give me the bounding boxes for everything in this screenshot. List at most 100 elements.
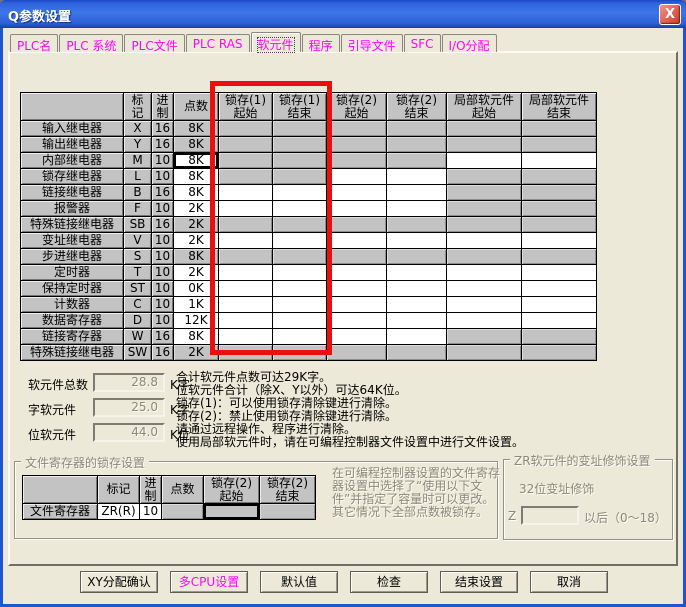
latch1-end-cell[interactable]	[273, 329, 327, 345]
latch2-start-cell[interactable]	[327, 329, 387, 345]
latch1-end-cell[interactable]	[273, 265, 327, 281]
column-header: 锁存(2) 起始	[327, 93, 387, 121]
default-value-button[interactable]: 默认值	[260, 571, 338, 593]
latch2-start-cell[interactable]	[327, 233, 387, 249]
tab-label: PLC文件	[131, 39, 177, 53]
latch1-start-cell[interactable]	[219, 185, 273, 201]
latch2-end-cell[interactable]	[387, 185, 447, 201]
cancel-button[interactable]: 取消	[530, 571, 608, 593]
points-cell: 8K	[174, 249, 219, 265]
points-cell[interactable]: 8K	[174, 185, 219, 201]
latch1-start-cell[interactable]	[219, 281, 273, 297]
tab-device[interactable]: 软元件	[251, 32, 301, 52]
local-start-cell[interactable]	[447, 153, 522, 169]
points-cell[interactable]: 0K	[174, 281, 219, 297]
local-end-cell[interactable]	[522, 313, 597, 329]
latch2-start-cell	[327, 249, 387, 265]
tab-sfc[interactable]: SFC	[404, 34, 441, 52]
tab-plc-ras[interactable]: PLC RAS	[186, 34, 250, 52]
tab-plc-name[interactable]: PLC名	[10, 34, 58, 52]
points-cell[interactable]: 8K	[174, 329, 219, 345]
device-row: 定时器T102K	[21, 265, 597, 281]
local-start-cell[interactable]	[447, 297, 522, 313]
latch1-end-cell[interactable]	[273, 313, 327, 329]
local-start-cell[interactable]	[447, 281, 522, 297]
device-name-cell: 文件寄存器	[23, 504, 98, 520]
latch1-end-cell[interactable]	[273, 297, 327, 313]
mark-cell: L	[124, 169, 152, 185]
latch1-start-cell[interactable]	[219, 329, 273, 345]
latch2-start-cell[interactable]	[327, 265, 387, 281]
column-header: 标 记	[124, 93, 152, 121]
points-cell[interactable]: 8K	[174, 153, 219, 169]
latch1-start-cell[interactable]	[219, 297, 273, 313]
latch2-start-cell[interactable]	[327, 297, 387, 313]
tab-label: SFC	[411, 37, 434, 51]
latch2-end-cell[interactable]	[387, 313, 447, 329]
local-end-cell[interactable]	[522, 153, 597, 169]
base-cell: 16	[152, 329, 174, 345]
latch2-start-cell[interactable]	[327, 313, 387, 329]
latch2-start-cell[interactable]	[327, 281, 387, 297]
points-cell[interactable]: 2K	[174, 233, 219, 249]
latch2-start-cell[interactable]	[327, 169, 387, 185]
device-row: 数据寄存器D1012K	[21, 313, 597, 329]
note-line: 使用局部软元件时，请在可编程控制器文件设置中进行文件设置。	[176, 436, 656, 449]
latch2-end-cell[interactable]	[387, 233, 447, 249]
points-cell[interactable]: 2K	[174, 265, 219, 281]
latch1-end-cell[interactable]	[273, 201, 327, 217]
points-cell[interactable]: 2K	[174, 201, 219, 217]
base-cell: 10	[152, 201, 174, 217]
check-button[interactable]: 检查	[350, 571, 428, 593]
latch1-start-cell[interactable]	[219, 201, 273, 217]
latch2-start-cell[interactable]	[327, 185, 387, 201]
local-start-cell[interactable]	[447, 233, 522, 249]
points-cell[interactable]: 8K	[174, 169, 219, 185]
latch2-start-cell	[327, 121, 387, 137]
points-cell[interactable]: 1K	[174, 297, 219, 313]
latch1-end-cell[interactable]	[273, 185, 327, 201]
local-start-cell[interactable]	[447, 313, 522, 329]
latch2-end-cell[interactable]	[387, 201, 447, 217]
device-name-cell: 输入继电器	[21, 121, 124, 137]
tab-plc-file[interactable]: PLC文件	[124, 34, 184, 52]
device-name-cell: 内部继电器	[21, 153, 124, 169]
latch2-end-cell[interactable]	[387, 297, 447, 313]
device-notes: 合计软元件点数可达29K字。位软元件合计（除X、Y以外）可达64K位。锁存(1)…	[176, 371, 656, 449]
latch2-end-cell[interactable]	[387, 169, 447, 185]
local-end-cell[interactable]	[522, 297, 597, 313]
latch2-end-cell[interactable]	[387, 265, 447, 281]
local-end-cell[interactable]	[522, 233, 597, 249]
tab-boot-file[interactable]: 引导文件	[341, 34, 403, 52]
tab-plc-system[interactable]: PLC 系统	[59, 34, 123, 52]
mark-cell[interactable]: ZR(R)	[98, 504, 140, 520]
close-button[interactable]: X	[659, 4, 681, 25]
local-end-cell[interactable]	[522, 281, 597, 297]
mark-cell: T	[124, 265, 152, 281]
tab-io-assignment[interactable]: I/O分配	[442, 34, 497, 52]
mark-cell: F	[124, 201, 152, 217]
device-name-cell: 特殊链接继电器	[21, 217, 124, 233]
tab-program[interactable]: 程序	[302, 34, 340, 52]
multi-cpu-settings-button[interactable]: 多CPU设置	[170, 571, 248, 593]
local-end-cell[interactable]	[522, 265, 597, 281]
mark-cell: M	[124, 153, 152, 169]
latch1-start-cell[interactable]	[219, 233, 273, 249]
mark-cell: V	[124, 233, 152, 249]
latch2-end-cell[interactable]	[387, 281, 447, 297]
latch2-start-cell[interactable]	[327, 201, 387, 217]
end-setup-button[interactable]: 结束设置	[440, 571, 518, 593]
device-name-cell: 保持定时器	[21, 281, 124, 297]
points-cell[interactable]: 12K	[174, 313, 219, 329]
latch1-start-cell[interactable]	[219, 313, 273, 329]
latch1-end-cell[interactable]	[273, 281, 327, 297]
local-start-cell[interactable]	[447, 265, 522, 281]
xy-assignment-confirm-button[interactable]: XY分配确认	[80, 571, 158, 593]
base-cell: 10	[152, 153, 174, 169]
base-cell[interactable]: 10	[140, 504, 162, 520]
latch1-start-cell[interactable]	[219, 265, 273, 281]
latch2-end-cell[interactable]	[387, 329, 447, 345]
local-start-cell	[447, 137, 522, 153]
latch1-end-cell[interactable]	[273, 233, 327, 249]
word-device-label: 字软元件	[28, 401, 76, 418]
